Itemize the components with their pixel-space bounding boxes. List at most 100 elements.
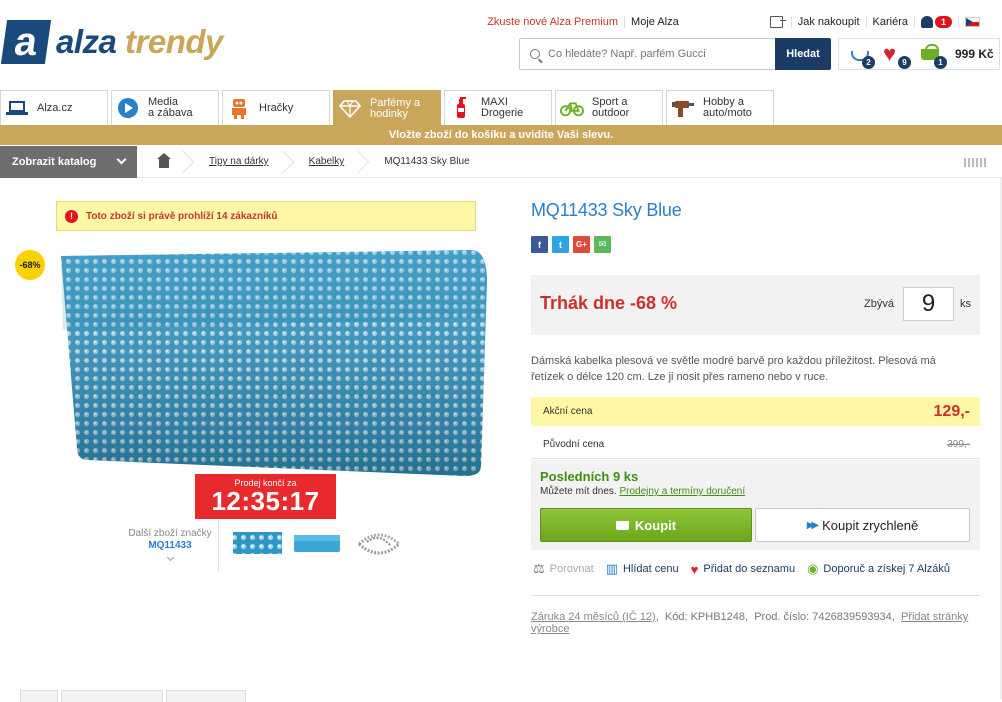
compare-button[interactable]: ⚖ Porovnat: [533, 561, 594, 577]
tab-alza[interactable]: Alza.cz: [0, 90, 108, 125]
tab-label: Hračky: [259, 101, 294, 114]
tab-media[interactable]: Media a zábava: [111, 90, 219, 125]
detail-tab[interactable]: [61, 690, 163, 702]
recommend-button[interactable]: ◉ Doporuč a získej 7 Alzáků: [807, 561, 950, 577]
tab-label-line2: Drogerie: [481, 107, 524, 119]
breadcrumb-current: MQ11433 Sky Blue: [384, 156, 470, 167]
alert-icon: !: [65, 209, 78, 223]
facebook-icon[interactable]: f: [531, 236, 548, 253]
tab-sport[interactable]: Sport a outdoor: [555, 90, 663, 125]
compare-label: Porovnat: [549, 563, 594, 575]
promo-bar: Vložte zboží do košíku a uvidíte Vaši sl…: [0, 125, 1002, 145]
divider: [218, 520, 219, 572]
brand-more-link[interactable]: Další zboží značky MQ11433: [126, 528, 214, 562]
breadcrumb-home[interactable]: [137, 146, 187, 178]
compare-icon[interactable]: 2: [847, 43, 875, 69]
play-icon: [116, 96, 140, 120]
thumbnail-1[interactable]: [230, 524, 285, 562]
tab-label-line2: outdoor: [592, 107, 630, 119]
recommend-label: Doporuč a získej 7 Alzáků: [823, 563, 950, 575]
detail-tab[interactable]: [20, 690, 58, 702]
tab-label: Sport a outdoor: [592, 97, 629, 119]
original-price: 399,-: [947, 438, 970, 450]
home-icon: [157, 152, 171, 168]
recommend-icon: ◉: [807, 561, 819, 576]
logout-icon[interactable]: [769, 16, 786, 28]
logo-mark: a: [0, 20, 52, 64]
tab-toys[interactable]: Hračky: [222, 90, 330, 125]
tab-label: Alza.cz: [37, 101, 73, 114]
part-number: Prod. číslo: 7426839593934,: [754, 611, 895, 623]
my-alza-link[interactable]: Moje Alza: [624, 16, 685, 28]
user-shortcuts: 2 ♥ 9 1 999 Kč: [838, 38, 1000, 70]
buy-button[interactable]: Koupit: [540, 508, 752, 542]
action-price-row: Akční cena 129,-: [531, 397, 980, 426]
czech-flag-icon: [965, 17, 980, 27]
divider: [531, 595, 980, 596]
discount-badge: -68%: [15, 250, 45, 280]
tab-perfumes[interactable]: Parfémy a hodinky: [333, 90, 441, 126]
email-icon[interactable]: ✉: [594, 236, 611, 253]
how-to-buy-link[interactable]: Jak nakoupit: [790, 16, 866, 28]
chevron-down-icon[interactable]: [166, 553, 174, 562]
breadcrumb-link[interactable]: Tipy na dárky: [209, 156, 269, 167]
search-bar: Hledat: [519, 38, 831, 70]
watch-price-button[interactable]: ▥ Hlídat cenu: [606, 561, 679, 577]
notifications-button[interactable]: 1: [913, 16, 958, 28]
basket-icon[interactable]: 1: [919, 43, 947, 69]
tab-hobby[interactable]: Hobby a auto/moto: [666, 90, 774, 125]
search-input[interactable]: [548, 48, 768, 60]
wishlist-button[interactable]: ♥ 9: [883, 41, 911, 69]
stock-availability: Můžete mít dnes. Prodejny a termíny doru…: [540, 486, 745, 497]
heart-icon: ♥: [883, 41, 897, 66]
tab-label: MAXI Drogerie: [481, 97, 523, 119]
watch-price-label: Hlídat cenu: [622, 563, 679, 575]
buy-box: Posledních 9 ks Můžete mít dnes. Prodejn…: [531, 460, 980, 550]
thumbnail-3[interactable]: [353, 524, 405, 562]
premium-link[interactable]: Zkuste nové Alza Premium: [481, 16, 624, 28]
breadcrumb: Tipy na dárky Kabelky MQ11433 Sky Blue: [137, 146, 488, 178]
brand-more-label: Další zboží značky: [128, 528, 212, 539]
spray-bottle-icon: [449, 96, 473, 120]
breadcrumb-item[interactable]: Tipy na dárky: [187, 146, 287, 178]
deal-title: Trhák dne -68 %: [540, 293, 678, 313]
share-buttons: f t G+ ✉: [531, 236, 615, 253]
product-code: Kód: KPHB1248,: [664, 611, 749, 623]
twitter-icon[interactable]: t: [552, 236, 569, 253]
action-price: 129,-: [933, 402, 970, 420]
stock-sub-text: Můžete mít dnes.: [540, 486, 617, 497]
search-icon: [530, 49, 540, 59]
career-link[interactable]: Kariéra: [865, 16, 914, 28]
product-image[interactable]: [55, 248, 491, 478]
alza-trendy-logo[interactable]: a alza trendy: [0, 20, 223, 64]
catalog-label: Zobrazit katalog: [12, 155, 97, 168]
language-selector[interactable]: [958, 17, 986, 27]
compare-badge: 2: [862, 56, 875, 69]
tab-drugstore[interactable]: MAXI Drogerie: [444, 90, 552, 125]
product-actions: ⚖ Porovnat ▥ Hlídat cenu ♥ Přidat do sez…: [533, 561, 962, 577]
search-button[interactable]: Hledat: [775, 38, 831, 70]
thumbnail-2[interactable]: [290, 524, 345, 562]
buy-fast-button[interactable]: ▶▶ Koupit zrychleně: [755, 508, 970, 542]
search-field[interactable]: [519, 38, 775, 70]
wishlist-badge: 9: [898, 56, 911, 69]
delivery-link[interactable]: Prodejny a termíny doručení: [619, 486, 745, 497]
bicycle-icon: [560, 96, 584, 120]
grid-view-icon[interactable]: [964, 158, 988, 167]
breadcrumb-link[interactable]: Kabelky: [309, 156, 345, 167]
warranty-link[interactable]: Záruka 24 měsíců (IČ 12): [531, 611, 656, 623]
buy-fast-label: Koupit zrychleně: [822, 517, 919, 533]
detail-tab[interactable]: [166, 690, 246, 702]
tab-label: Media a zábava: [148, 97, 193, 119]
logo-word-alza: alza: [56, 23, 117, 60]
catalog-button[interactable]: Zobrazit katalog: [0, 145, 137, 178]
breadcrumb-item[interactable]: Kabelky: [287, 146, 363, 178]
viewing-alert-text: Toto zboží si právě prohlíží 14 zákazník…: [86, 210, 278, 222]
brand-name[interactable]: MQ11433: [126, 540, 214, 552]
add-to-list-button[interactable]: ♥ Přidat do seznamu: [691, 562, 795, 577]
tab-label: Parfémy a hodinky: [370, 97, 420, 120]
tab-label: Hobby a auto/moto: [703, 97, 752, 119]
original-price-row: Původní cena 399,-: [531, 430, 980, 459]
cart-total[interactable]: 999 Kč: [955, 47, 994, 61]
google-plus-icon[interactable]: G+: [573, 236, 590, 253]
